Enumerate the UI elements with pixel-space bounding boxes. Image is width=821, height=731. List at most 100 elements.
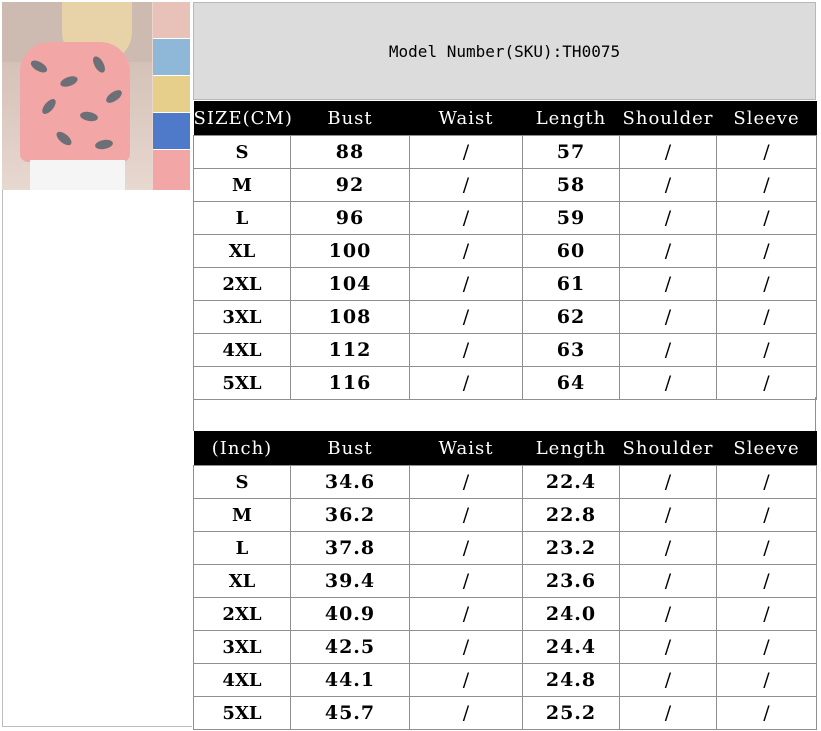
size-table-inch: (Inch) Bust Waist Length Shoulder Sleeve… [193,431,817,730]
sleeve-cell: / [716,498,817,532]
sleeve-cell: / [716,564,817,598]
sleeve-cell: / [716,663,817,697]
bust-cell: 100 [290,234,410,268]
size-cell: S [193,465,291,499]
header-length: Length [522,101,620,136]
size-table-cm: SIZE(CM) Bust Waist Length Shoulder Slee… [193,101,817,400]
table-row: M 36.2 / 22.8 / / [193,498,817,532]
table-row: M 92 / 58 / / [193,168,817,202]
color-thumb-pink [153,2,190,39]
color-thumb-yellow [153,76,190,113]
shoulder-cell: / [619,201,717,235]
bust-cell: 45.7 [290,696,410,730]
sleeve-cell: / [716,201,817,235]
waist-cell: / [409,201,523,235]
waist-cell: / [409,531,523,565]
shoulder-cell: / [619,597,717,631]
color-thumb-rose [153,150,190,190]
bust-cell: 36.2 [290,498,410,532]
shoulder-cell: / [619,135,717,169]
size-cell: 2XL [193,267,291,301]
white-pants [30,160,125,190]
sleeve-cell: / [716,300,817,334]
size-cell: XL [193,234,291,268]
size-cell: L [193,201,291,235]
shoulder-cell: / [619,366,717,400]
length-cell: 62 [522,300,620,334]
length-cell: 60 [522,234,620,268]
length-cell: 61 [522,267,620,301]
size-cell: 5XL [193,696,291,730]
waist-cell: / [409,498,523,532]
size-cell: XL [193,564,291,598]
size-cell: M [193,168,291,202]
bust-cell: 39.4 [290,564,410,598]
color-thumb-blue [153,113,190,150]
bust-cell: 34.6 [290,465,410,499]
length-cell: 23.6 [522,564,620,598]
table-row: XL 39.4 / 23.6 / / [193,564,817,598]
table-row: 3XL 108 / 62 / / [193,300,817,334]
length-cell: 59 [522,201,620,235]
table-row: 5XL 116 / 64 / / [193,366,817,400]
size-cell: 2XL [193,597,291,631]
header-shoulder: Shoulder [619,101,717,136]
shoulder-cell: / [619,465,717,499]
length-cell: 22.4 [522,465,620,499]
size-cell: 4XL [193,663,291,697]
table-row: XL 100 / 60 / / [193,234,817,268]
size-cell: S [193,135,291,169]
table-row: 4XL 44.1 / 24.8 / / [193,663,817,697]
table-row: 4XL 112 / 63 / / [193,333,817,367]
table-row: S 34.6 / 22.4 / / [193,465,817,499]
waist-cell: / [409,168,523,202]
table-row: S 88 / 57 / / [193,135,817,169]
header-waist: Waist [409,101,523,136]
sleeve-cell: / [716,267,817,301]
header-bust: Bust [290,431,410,466]
table-row: 5XL 45.7 / 25.2 / / [193,696,817,730]
waist-cell: / [409,366,523,400]
sleeve-cell: / [716,465,817,499]
header-shoulder: Shoulder [619,431,717,466]
sleeve-cell: / [716,696,817,730]
bust-cell: 88 [290,135,410,169]
length-cell: 25.2 [522,696,620,730]
shoulder-cell: / [619,564,717,598]
model-number-header: Model Number(SKU):TH0075 [193,2,816,100]
shoulder-cell: / [619,333,717,367]
header-inch: (Inch) [193,431,291,466]
model-photo-main [2,2,152,190]
table-header-row: SIZE(CM) Bust Waist Length Shoulder Slee… [193,101,817,136]
size-cell: 5XL [193,366,291,400]
length-cell: 64 [522,366,620,400]
length-cell: 63 [522,333,620,367]
waist-cell: / [409,267,523,301]
length-cell: 24.0 [522,597,620,631]
waist-cell: / [409,663,523,697]
shoulder-cell: / [619,696,717,730]
sleeve-cell: / [716,234,817,268]
waist-cell: / [409,630,523,664]
shoulder-cell: / [619,531,717,565]
sleeve-cell: / [716,630,817,664]
table-row: L 96 / 59 / / [193,201,817,235]
length-cell: 24.8 [522,663,620,697]
length-cell: 24.4 [522,630,620,664]
shoulder-cell: / [619,267,717,301]
size-cell: 3XL [193,300,291,334]
size-cell: 3XL [193,630,291,664]
bust-cell: 112 [290,333,410,367]
bust-cell: 42.5 [290,630,410,664]
bust-cell: 44.1 [290,663,410,697]
waist-cell: / [409,564,523,598]
table-spacer [193,397,816,431]
shoulder-cell: / [619,234,717,268]
shoulder-cell: / [619,300,717,334]
size-cell: 4XL [193,333,291,367]
bust-cell: 40.9 [290,597,410,631]
waist-cell: / [409,696,523,730]
shoulder-cell: / [619,498,717,532]
bust-cell: 37.8 [290,531,410,565]
length-cell: 57 [522,135,620,169]
